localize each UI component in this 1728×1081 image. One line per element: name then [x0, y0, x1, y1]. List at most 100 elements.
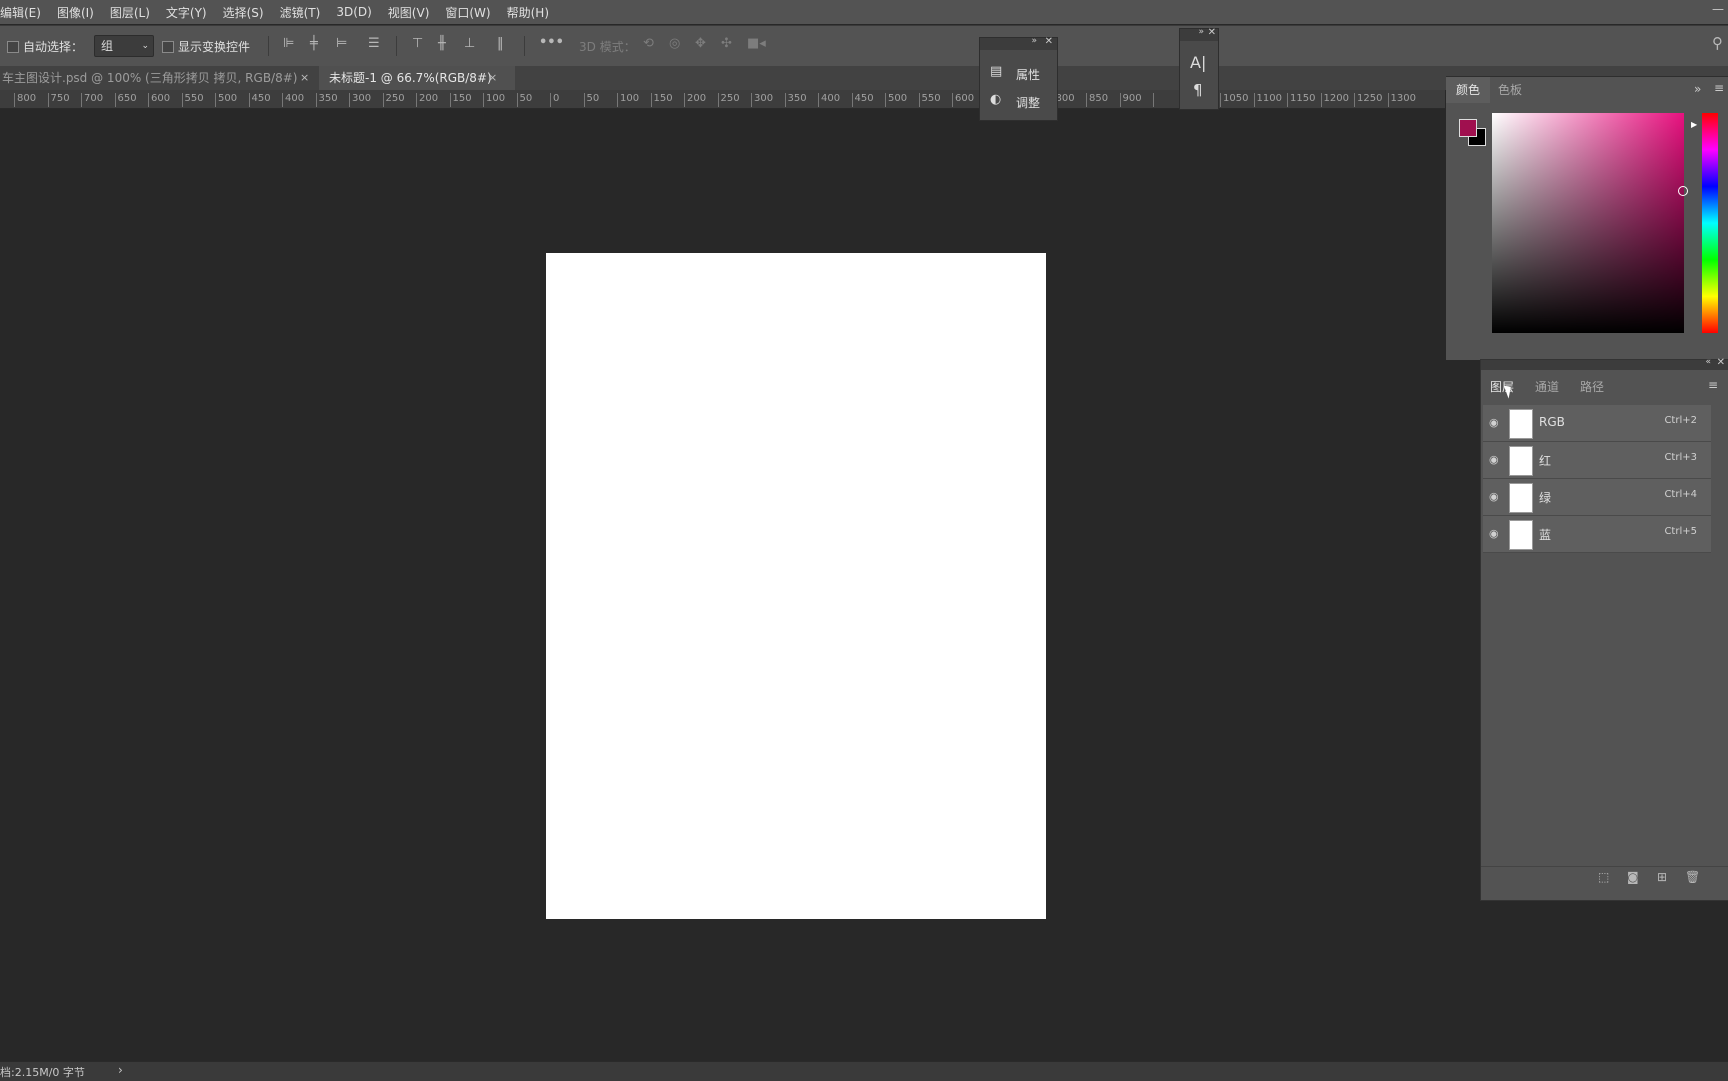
tab-swatches[interactable]: 色板 [1498, 77, 1538, 103]
align-right-icon[interactable]: ⊨ [336, 36, 347, 51]
menu-bar: 编辑(E) 图像(I) 图层(L) 文字(Y) 选择(S) 滤镜(T) 3D(D… [0, 0, 1728, 24]
distribute-horizontal-icon[interactable]: ‖ [497, 36, 504, 51]
channel-shortcut: Ctrl+2 [1664, 415, 1697, 426]
ruler-tick: 1050 [1220, 93, 1248, 107]
auto-select-dropdown[interactable]: 组 ⌄ [94, 35, 154, 57]
3d-camera-icon[interactable]: ■◂ [747, 36, 766, 51]
align-hcenter-icon[interactable]: ╪ [310, 36, 318, 51]
tab-color[interactable]: 颜色 [1446, 77, 1490, 103]
save-selection-icon[interactable]: ◙ [1627, 870, 1639, 884]
menu-type[interactable]: 文字(Y) [158, 4, 215, 21]
properties-icon[interactable]: ▤ [990, 64, 1002, 79]
properties-label[interactable]: 属性 [1016, 66, 1040, 83]
divider [396, 36, 397, 56]
close-icon[interactable]: × [300, 66, 309, 90]
align-vcenter-icon[interactable]: ╫ [438, 36, 446, 51]
trash-icon[interactable]: 🗑 [1685, 870, 1700, 884]
chevron-down-icon: ⌄ [141, 41, 149, 51]
tab-channels[interactable]: 通道 [1535, 374, 1559, 400]
close-icon[interactable]: ✕ [1717, 357, 1725, 368]
align-left-icon[interactable]: ⊫ [283, 36, 294, 51]
ruler-tick: 400 [818, 93, 840, 107]
close-icon[interactable]: × [488, 66, 497, 90]
menu-edit[interactable]: 编辑(E) [0, 4, 49, 21]
ruler-tick: 100 [617, 93, 639, 107]
distribute-vertical-icon[interactable]: ☰ [368, 36, 380, 51]
foreground-color-swatch[interactable] [1459, 119, 1477, 137]
panel-collapse-icon[interactable]: » [1694, 82, 1701, 96]
hue-slider[interactable] [1702, 113, 1718, 333]
menu-view[interactable]: 视图(V) [380, 4, 438, 21]
character-icon[interactable]: A| [1190, 53, 1206, 72]
3d-pan-icon[interactable]: ✥ [695, 36, 706, 51]
3d-slide-icon[interactable]: ✣ [721, 36, 732, 51]
align-bottom-icon[interactable]: ⊥ [464, 36, 475, 51]
auto-select-checkbox[interactable] [7, 41, 19, 53]
eye-icon[interactable]: ◉ [1489, 490, 1499, 503]
channel-row[interactable]: ◉ 蓝 Ctrl+5 [1483, 516, 1711, 553]
minimize-icon[interactable]: — [1712, 2, 1724, 16]
panel-menu-icon[interactable]: ≡ [1708, 378, 1718, 392]
menu-select[interactable]: 选择(S) [215, 4, 272, 21]
color-panel: 颜色 色板 » ≡ ▶ [1446, 76, 1728, 360]
channel-shortcut: Ctrl+4 [1664, 489, 1697, 500]
tab-document-1[interactable]: 车主图设计.psd @ 100% (三角形拷贝 拷贝, RGB/8#) × [0, 66, 320, 90]
menu-3d[interactable]: 3D(D) [328, 5, 379, 19]
color-field[interactable] [1492, 113, 1688, 333]
ruler-tick: 350 [784, 93, 807, 107]
eye-icon[interactable]: ◉ [1489, 453, 1499, 466]
menu-layer[interactable]: 图层(L) [102, 4, 158, 21]
menu-window[interactable]: 窗口(W) [437, 4, 498, 21]
more-options-icon[interactable]: ••• [539, 35, 564, 50]
ruler-tick: 700 [81, 93, 103, 107]
tab-document-2[interactable]: 未标题-1 @ 66.7%(RGB/8#) × [319, 66, 515, 90]
character-float-panel: » ✕ A| ¶ [1179, 27, 1219, 110]
3d-roll-icon[interactable]: ◎ [669, 36, 680, 51]
show-transform-label: 显示变换控件 [178, 40, 251, 54]
menu-image[interactable]: 图像(I) [49, 4, 102, 21]
panel-header[interactable]: » ✕ [1180, 27, 1218, 41]
channel-row[interactable]: ◉ 红 Ctrl+3 [1483, 442, 1711, 479]
channel-name: RGB [1539, 415, 1565, 429]
panel-header[interactable]: « ✕ [1481, 357, 1728, 370]
align-top-icon[interactable]: ⊤ [412, 36, 423, 51]
channel-shortcut: Ctrl+5 [1664, 526, 1697, 537]
menu-filter[interactable]: 滤镜(T) [272, 4, 329, 21]
close-icon[interactable]: ✕ [1045, 36, 1053, 47]
paragraph-icon[interactable]: ¶ [1193, 81, 1203, 99]
new-channel-icon[interactable]: ⊞ [1657, 870, 1667, 884]
tab-paths[interactable]: 路径 [1580, 374, 1604, 400]
ruler-tick: 100 [483, 93, 505, 107]
ruler-tick: 50 [516, 93, 532, 107]
channel-row[interactable]: ◉ RGB Ctrl+2 [1483, 405, 1711, 442]
ruler-tick: 1150 [1287, 93, 1315, 107]
hue-pointer-icon[interactable]: ▶ [1691, 120, 1697, 129]
close-icon[interactable]: ✕ [1208, 27, 1216, 38]
document-canvas[interactable] [546, 253, 1046, 919]
ruler-tick: 600 [148, 93, 170, 107]
properties-float-panel: » ✕ ▤ 属性 ◐ 调整 [979, 36, 1058, 121]
channel-thumbnail [1509, 409, 1533, 439]
panel-header[interactable]: » ✕ [980, 36, 1057, 50]
expand-icon[interactable]: » [1198, 27, 1204, 37]
load-selection-icon[interactable]: ⬚ [1598, 870, 1609, 884]
menu-help[interactable]: 帮助(H) [499, 4, 557, 21]
channel-thumbnail [1509, 446, 1533, 476]
search-icon[interactable]: ⚲ [1712, 34, 1723, 52]
expand-icon[interactable]: « [1705, 357, 1711, 367]
color-picker-cursor[interactable] [1678, 186, 1688, 196]
ruler-tick: 150 [650, 93, 673, 107]
adjustments-label[interactable]: 调整 [1016, 94, 1040, 111]
adjustments-icon[interactable]: ◐ [990, 92, 1001, 107]
expand-icon[interactable]: » [1031, 36, 1037, 46]
eye-icon[interactable]: ◉ [1489, 527, 1499, 540]
3d-orbit-icon[interactable]: ⟲ [643, 36, 654, 51]
ruler-tick: 200 [684, 93, 706, 107]
eye-icon[interactable]: ◉ [1489, 416, 1499, 429]
channel-row[interactable]: ◉ 绿 Ctrl+4 [1483, 479, 1711, 516]
ruler-tick: 350 [315, 93, 338, 107]
panel-menu-icon[interactable]: ≡ [1714, 81, 1724, 95]
status-arrow-icon[interactable]: › [118, 1063, 123, 1077]
show-transform-checkbox[interactable] [162, 41, 174, 53]
ruler-tick: 1300 [1387, 93, 1416, 107]
